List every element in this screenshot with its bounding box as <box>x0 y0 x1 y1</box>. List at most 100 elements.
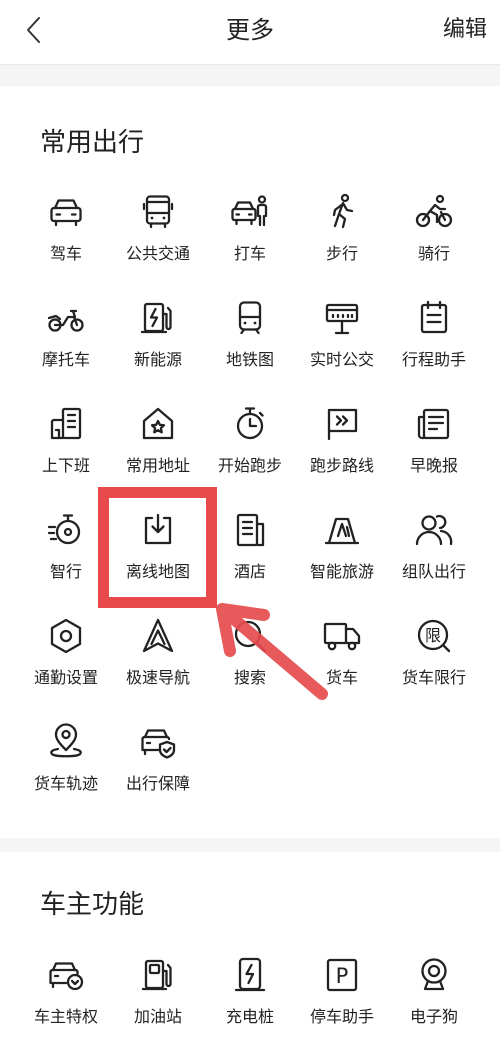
grid-item-taxi[interactable]: 打车 <box>204 180 296 286</box>
grid-item-group-travel[interactable]: 组队出行 <box>388 498 480 604</box>
grid-item-metro-map[interactable]: 地铁图 <box>204 286 296 392</box>
walk-icon <box>332 193 354 229</box>
item-label: 通勤设置 <box>33 668 98 687</box>
item-label: 离线地图 <box>125 562 190 581</box>
chevron-left-icon <box>27 17 40 43</box>
restriction-icon: 限 <box>417 619 451 653</box>
grid-item-truck-restriction[interactable]: 限 货车限行 <box>388 604 480 710</box>
parking-icon: P <box>326 958 358 992</box>
hotel-icon <box>236 513 265 547</box>
more-features-page: 更多 编辑 常用出行 驾车 公共交通 打车 步行 骑行 摩托车 新能源 地铁图 … <box>0 0 500 1049</box>
item-label: 公共交通 <box>125 244 190 263</box>
clipboard-icon <box>420 300 448 334</box>
svg-text:限: 限 <box>425 626 441 645</box>
group-icon <box>415 514 453 546</box>
item-label: 开始跑步 <box>217 456 282 475</box>
item-label: 货车轨迹 <box>33 774 98 793</box>
item-label: 跑步路线 <box>309 456 374 475</box>
car-icon <box>50 199 82 227</box>
route-flag-icon <box>327 408 358 441</box>
gas-pump-icon <box>141 959 172 991</box>
grid-item-public-transit[interactable]: 公共交通 <box>112 180 204 286</box>
item-label: 步行 <box>325 244 358 263</box>
item-label: 早晚报 <box>409 456 458 475</box>
motorcycle-icon <box>47 309 84 332</box>
item-label: 加油站 <box>133 1007 182 1026</box>
grid-item-commute[interactable]: 上下班 <box>20 392 112 498</box>
item-label: 货车 <box>325 668 358 687</box>
search-icon <box>234 620 267 653</box>
newspaper-icon <box>417 408 450 440</box>
grid-item-offline-map[interactable]: 离线地图 <box>112 498 204 604</box>
section-title: 常用出行 <box>40 128 145 158</box>
mountain-icon <box>324 517 360 545</box>
item-label: 地铁图 <box>225 350 274 369</box>
ev-charger-icon <box>140 302 172 334</box>
item-label: 智行 <box>49 562 82 581</box>
grid-item-new-energy[interactable]: 新能源 <box>112 286 204 392</box>
charging-pile-icon <box>234 957 266 992</box>
item-label: 摩托车 <box>41 350 90 369</box>
top-bar: 更多 编辑 <box>0 0 500 65</box>
grid-item-motorcycle[interactable]: 摩托车 <box>20 286 112 392</box>
item-label: 酒店 <box>233 562 266 581</box>
item-label: 极速导航 <box>125 668 190 687</box>
item-label: 车主特权 <box>33 1007 98 1026</box>
item-label: 智能旅游 <box>309 562 374 581</box>
item-label: 充电桩 <box>225 1007 274 1026</box>
grid-item-drive[interactable]: 驾车 <box>20 180 112 286</box>
feature-grid: 驾车 公共交通 打车 步行 骑行 摩托车 新能源 地铁图 实时公交 行程助手 上… <box>20 180 480 816</box>
location-track-icon <box>50 723 82 758</box>
separator-band <box>0 838 500 852</box>
grid-item-fast-navigation[interactable]: 极速导航 <box>112 604 204 710</box>
grid-item-truck[interactable]: 货车 <box>296 604 388 710</box>
navigation-arrow-icon <box>142 618 174 653</box>
grid-item-search[interactable]: 搜索 <box>204 604 296 710</box>
item-label: 电子狗 <box>409 1007 458 1026</box>
page-title: 更多 <box>226 16 274 44</box>
edit-button[interactable]: 编辑 <box>443 13 487 47</box>
grid-item-smart-tourism[interactable]: 智能旅游 <box>296 498 388 604</box>
grid-item-daily-news[interactable]: 早晚报 <box>388 392 480 498</box>
section-car-owner: 车主功能 车主特权 加油站 充电桩 P 停车助手 电子狗 <box>0 852 500 1049</box>
hexagon-settings-icon <box>50 618 82 654</box>
section-common-travel: 常用出行 驾车 公共交通 打车 步行 骑行 摩托车 新能源 地铁图 实时公交 行… <box>0 86 500 838</box>
grid-item-commute-settings[interactable]: 通勤设置 <box>20 604 112 710</box>
download-box-icon <box>144 513 172 545</box>
grid-item-truck-track[interactable]: 货车轨迹 <box>20 710 112 816</box>
item-label: 新能源 <box>133 350 182 369</box>
grid-item-frequent-address[interactable]: 常用地址 <box>112 392 204 498</box>
svg-text:P: P <box>336 964 349 988</box>
bus-stop-icon <box>325 303 359 335</box>
car-shield-icon <box>141 729 176 759</box>
item-label: 搜索 <box>233 668 266 687</box>
grid-item-smart-trip[interactable]: 智行 <box>20 498 112 604</box>
item-label: 常用地址 <box>125 456 190 475</box>
grid-item-gas-station[interactable]: 加油站 <box>112 943 204 1049</box>
item-label: 驾车 <box>49 244 82 263</box>
feature-grid: 车主特权 加油站 充电桩 P 停车助手 电子狗 <box>20 943 480 1049</box>
item-label: 组队出行 <box>401 562 466 581</box>
taxi-icon <box>231 195 268 227</box>
grid-item-trip-protection[interactable]: 出行保障 <box>112 710 204 816</box>
home-star-icon <box>142 407 174 440</box>
grid-item-owner-privilege[interactable]: 车主特权 <box>20 943 112 1049</box>
camera-icon <box>421 958 447 991</box>
separator-band <box>0 65 500 86</box>
grid-item-realtime-bus[interactable]: 实时公交 <box>296 286 388 392</box>
grid-item-running-route[interactable]: 跑步路线 <box>296 392 388 498</box>
stopwatch-icon <box>236 407 264 440</box>
grid-item-charging-pile[interactable]: 充电桩 <box>204 943 296 1049</box>
grid-item-start-running[interactable]: 开始跑步 <box>204 392 296 498</box>
grid-item-walk[interactable]: 步行 <box>296 180 388 286</box>
item-label: 出行保障 <box>125 774 190 793</box>
grid-item-hotel[interactable]: 酒店 <box>204 498 296 604</box>
grid-item-itinerary[interactable]: 行程助手 <box>388 286 480 392</box>
back-button[interactable] <box>18 14 50 48</box>
item-label: 停车助手 <box>309 1007 374 1026</box>
grid-item-cycling[interactable]: 骑行 <box>388 180 480 286</box>
grid-item-speed-camera[interactable]: 电子狗 <box>388 943 480 1049</box>
speed-timer-icon <box>47 514 81 545</box>
grid-item-parking-assistant[interactable]: P 停车助手 <box>296 943 388 1049</box>
office-building-icon <box>50 407 82 440</box>
